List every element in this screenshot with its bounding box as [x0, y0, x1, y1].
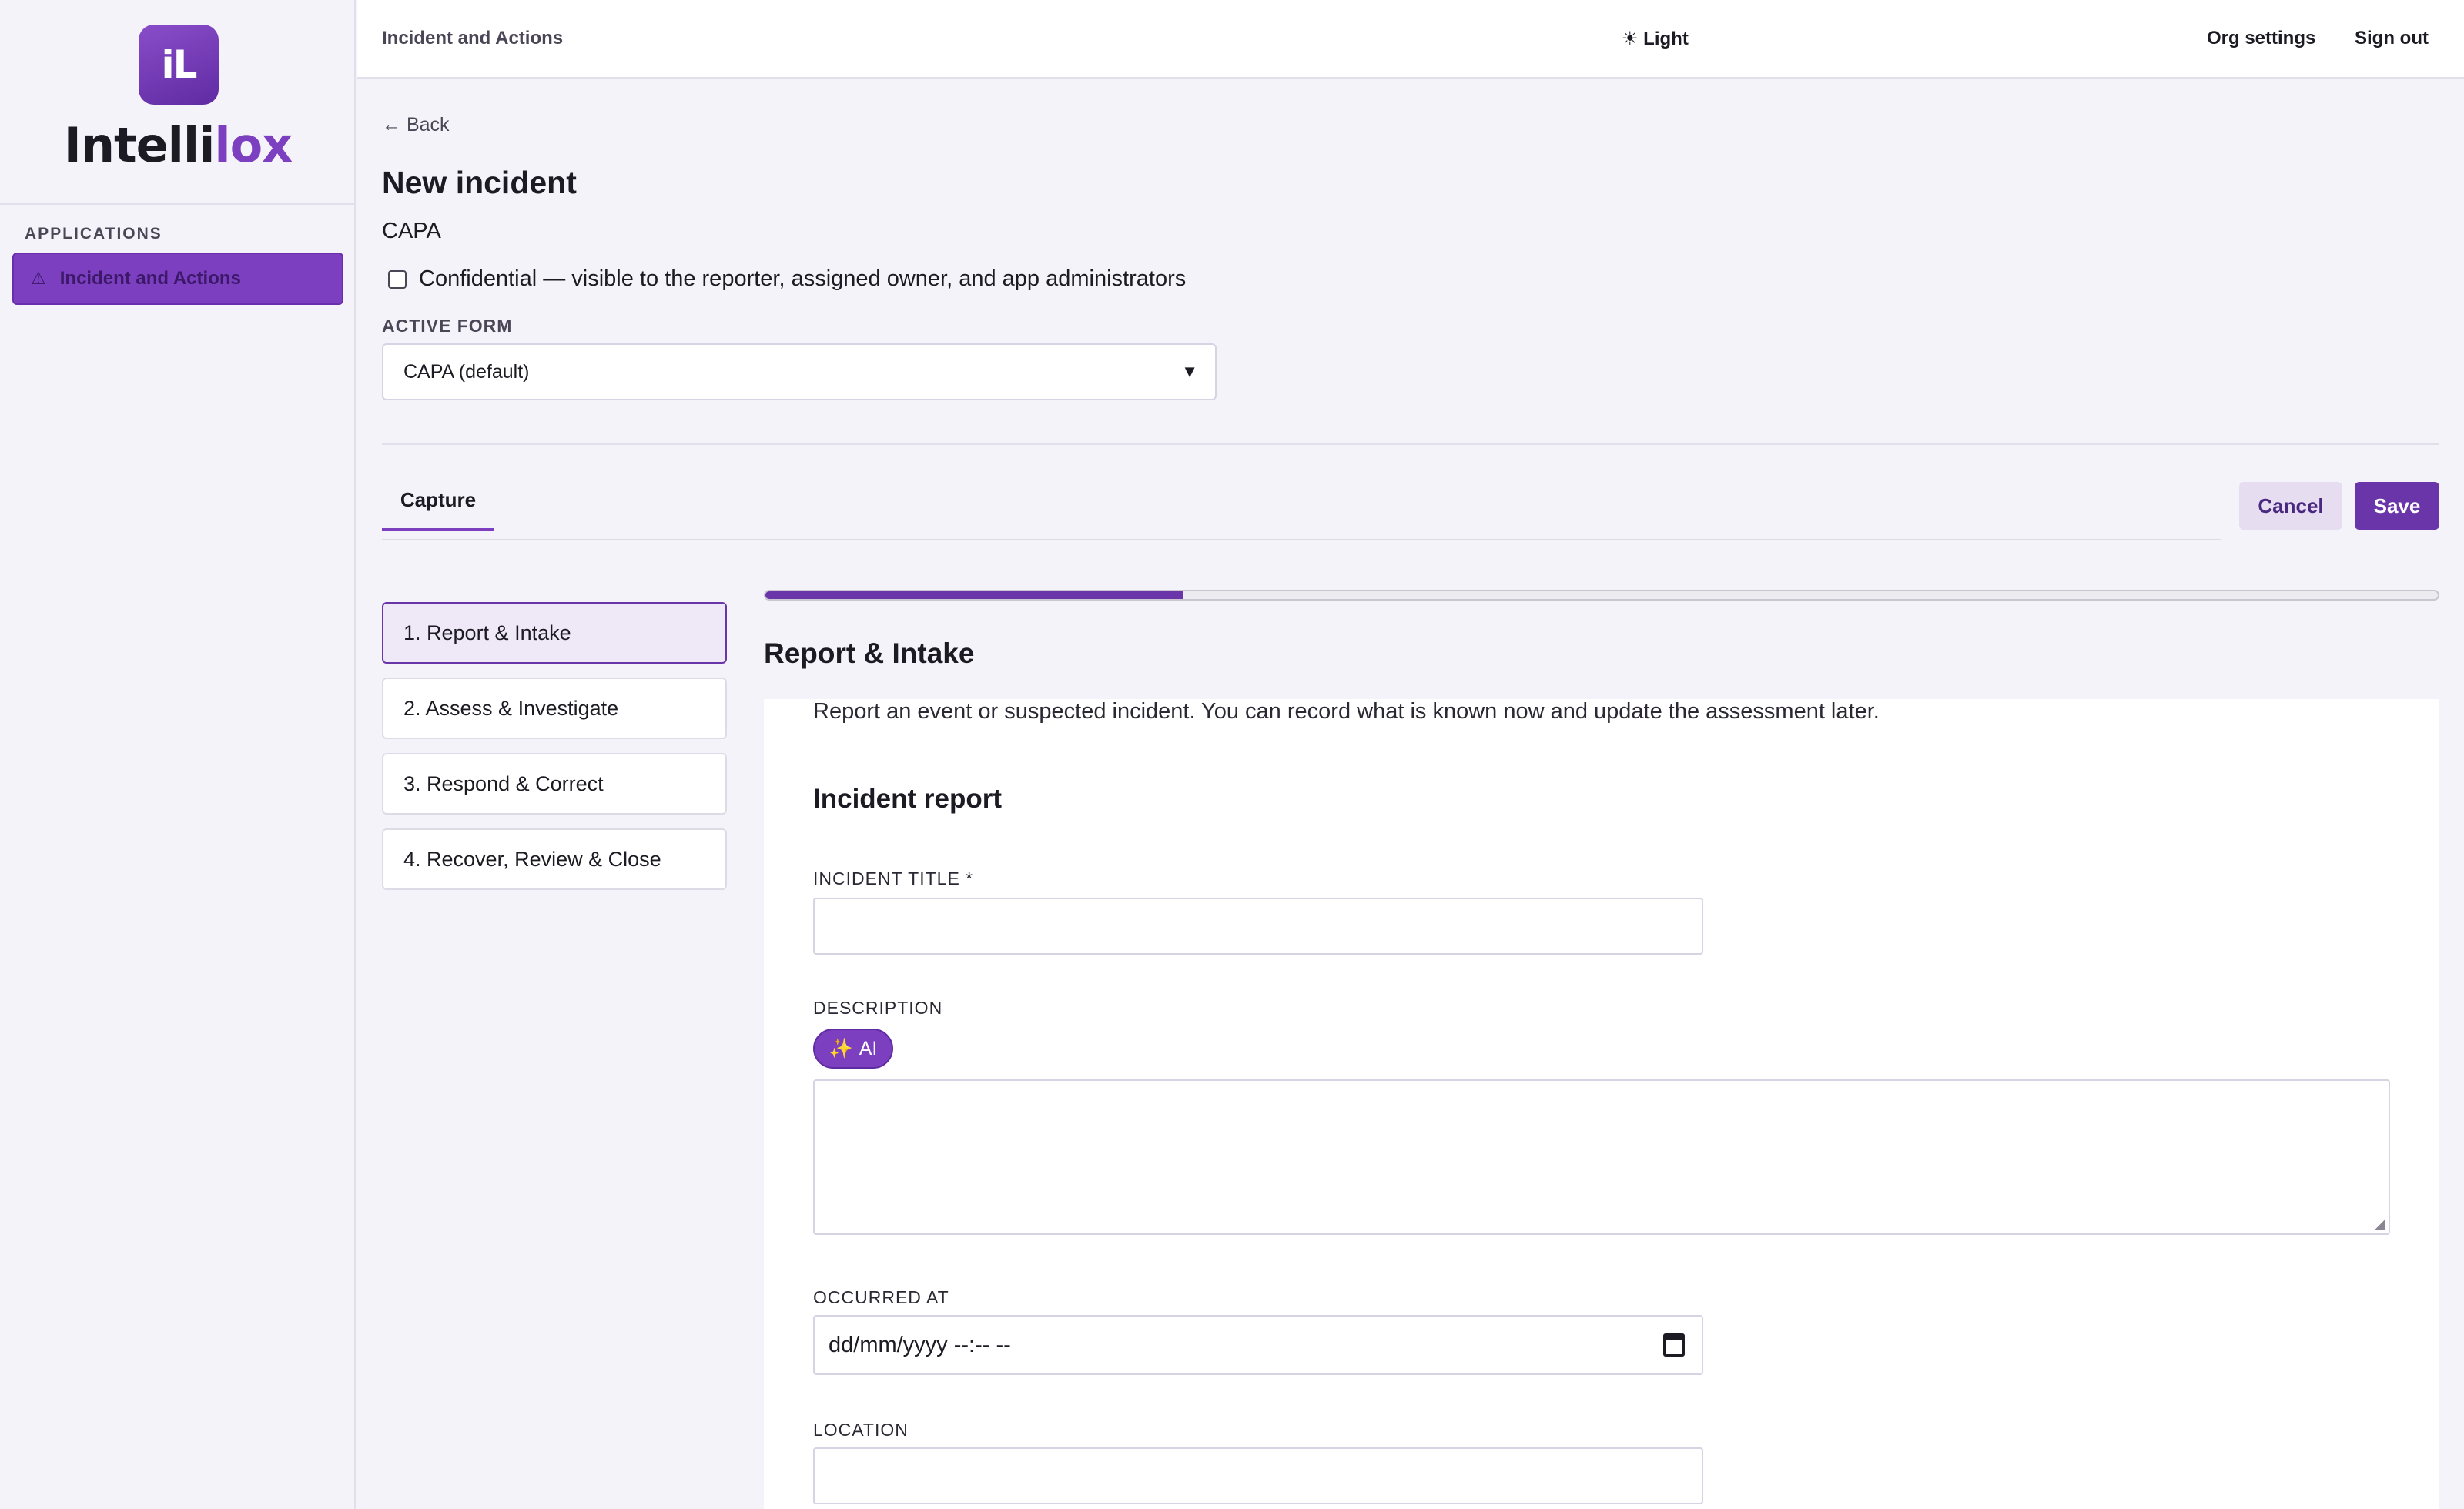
brand-name: Intellilox [0, 117, 356, 173]
tab-rail [382, 539, 2221, 540]
confidential-checkbox[interactable] [388, 269, 407, 289]
panel-subtitle: Incident report [813, 784, 1003, 814]
page-title: New incident [382, 165, 577, 200]
section-description: Report an event or suspected incident. Y… [813, 699, 1880, 724]
confidential-row: Confidential — visible to the reporter, … [388, 266, 1186, 292]
brand-name-accent: lox [214, 117, 293, 173]
theme-toggle-button[interactable]: ☀ Light [1622, 28, 1689, 50]
warning-triangle-icon: ⚠ [31, 269, 46, 288]
topbar: Incident and Actions ☀ Light Org setting… [357, 0, 2464, 79]
tab-capture[interactable]: Capture [382, 488, 494, 531]
location-label: LOCATION [813, 1420, 909, 1440]
active-form-label: ACTIVE FORM [382, 316, 513, 336]
sign-out-link[interactable]: Sign out [2355, 28, 2429, 49]
brand: iL Intellilox [0, 0, 354, 205]
step-nav: 1. Report & Intake 2. Assess & Investiga… [382, 602, 727, 904]
cancel-button[interactable]: Cancel [2239, 482, 2342, 530]
ai-assist-button[interactable]: ✨ AI [813, 1029, 893, 1069]
incident-title-label: INCIDENT TITLE * [813, 868, 974, 888]
brand-name-main: Intelli [63, 117, 216, 173]
sidebar-item-incident-and-actions[interactable]: ⚠ Incident and Actions [12, 253, 343, 305]
save-button[interactable]: Save [2355, 482, 2439, 530]
active-form-value: CAPA (default) [403, 360, 530, 383]
app-root: iL Intellilox APPLICATIONS ⚠ Incident an… [0, 0, 2464, 1509]
back-link[interactable]: ← Back [382, 114, 450, 136]
sparkles-icon: ✨ [829, 1037, 853, 1059]
progress-bar [764, 590, 2439, 601]
logo[interactable]: iL [139, 25, 219, 105]
confidential-label: Confidential — visible to the reporter, … [419, 266, 1187, 291]
step-assess-investigate[interactable]: 2. Assess & Investigate [382, 678, 727, 739]
section-title: Report & Intake [764, 637, 975, 669]
sidebar-section-label: APPLICATIONS [25, 225, 162, 243]
occurred-at-label: OCCURRED AT [813, 1287, 949, 1307]
active-form-select[interactable]: CAPA (default) ▼ [382, 343, 1217, 400]
app-type-label: CAPA [382, 219, 441, 243]
incident-title-input[interactable] [813, 898, 1703, 955]
sidebar-item-label: Incident and Actions [59, 268, 241, 289]
calendar-icon[interactable] [1663, 1333, 1685, 1357]
sidebar: iL Intellilox APPLICATIONS ⚠ Incident an… [0, 0, 356, 1509]
resize-handle-icon[interactable]: ◢ [2375, 1216, 2385, 1232]
divider [382, 443, 2439, 445]
chevron-down-icon: ▼ [1181, 362, 1198, 381]
step-report-intake[interactable]: 1. Report & Intake [382, 602, 727, 664]
form-panel: Report an event or suspected incident. Y… [764, 699, 2439, 1509]
step-respond-correct[interactable]: 3. Respond & Correct [382, 753, 727, 815]
progress-fill [765, 591, 1183, 599]
occurred-at-placeholder: dd/mm/yyyy --:-- -- [829, 1332, 1011, 1357]
topbar-title: Incident and Actions [382, 28, 564, 49]
ai-button-label: AI [859, 1037, 878, 1059]
step-recover-review-close[interactable]: 4. Recover, Review & Close [382, 828, 727, 890]
description-label: DESCRIPTION [813, 998, 943, 1018]
location-input[interactable] [813, 1447, 1703, 1504]
description-textarea[interactable]: ◢ [813, 1079, 2390, 1235]
org-settings-link[interactable]: Org settings [2207, 28, 2315, 49]
occurred-at-input[interactable]: dd/mm/yyyy --:-- -- [813, 1315, 1703, 1375]
